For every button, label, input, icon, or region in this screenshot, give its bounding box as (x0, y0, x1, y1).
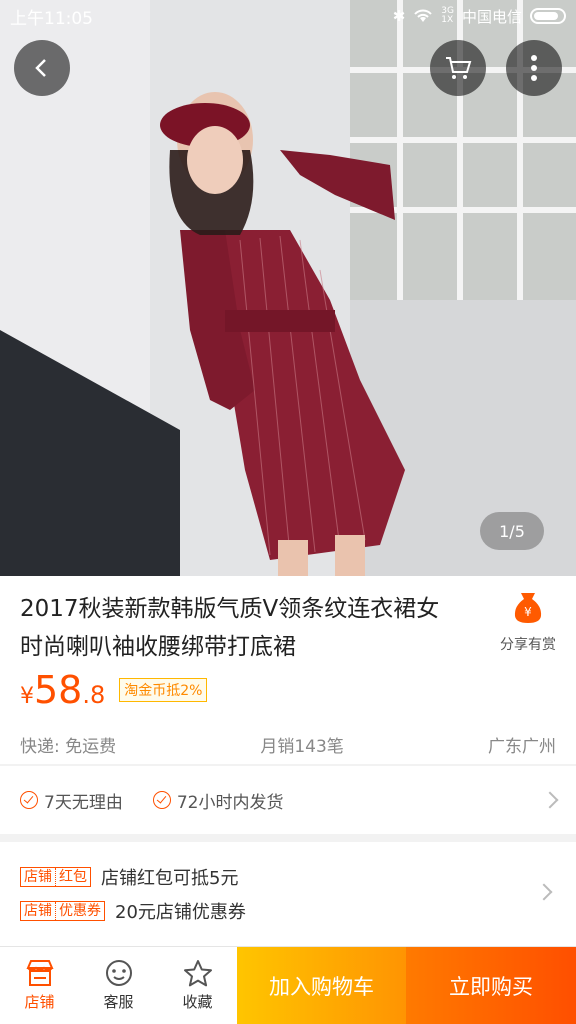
cart-icon (446, 57, 472, 79)
coupon-text: 20元店铺优惠券 (115, 902, 246, 923)
coupon-row: 店铺 红包 店铺红包可抵5元 (20, 860, 556, 894)
product-meta: 快递: 免运费 月销143笔 广东广州 (20, 732, 556, 757)
guarantee-item: 72小时内发货 (152, 788, 284, 813)
shipping-info: 快递: 免运费 (20, 737, 117, 757)
bluetooth-icon: ✱ (392, 7, 406, 25)
battery-icon (530, 8, 566, 24)
network-bottom: 1X (441, 15, 454, 25)
coupon-tag: 店铺 优惠券 (20, 901, 105, 921)
customer-service-button[interactable]: 客服 (79, 947, 158, 1024)
add-to-cart-button[interactable]: 加入购物车 (237, 947, 406, 1024)
product-image[interactable] (0, 0, 576, 576)
carrier-name: 中国电信 (461, 7, 522, 26)
shop-label: 店铺 (24, 993, 55, 1011)
svg-text:¥: ¥ (524, 605, 532, 619)
more-button[interactable] (506, 40, 562, 96)
coupon-tag: 店铺 红包 (20, 867, 91, 887)
coupon-text: 店铺红包可抵5元 (101, 868, 239, 889)
more-icon (531, 55, 537, 81)
wifi-icon (414, 9, 433, 22)
bottom-action-bar: 店铺 客服 收藏 加入购物车 立即购买 (0, 946, 576, 1024)
product-detail-page: 上午11:05 ✱ 3G 1X 中国电信 1/5 2017秋装新款韩版气质V领条… (0, 0, 576, 1024)
chevron-right-icon (541, 791, 559, 809)
check-icon (152, 791, 171, 809)
network-type: 3G 1X (441, 7, 454, 25)
share-label: 分享有赏 (500, 637, 556, 653)
price-currency: ¥ (20, 684, 34, 709)
product-info: 2017秋装新款韩版气质V领条纹连衣裙女时尚喇叭袖收腰绑带打底裙 ¥ 分享有赏 … (0, 576, 576, 764)
service-icon (105, 960, 132, 986)
product-title: 2017秋装新款韩版气质V领条纹连衣裙女时尚喇叭袖收腰绑带打底裙 (20, 596, 440, 660)
shop-coupons[interactable]: 店铺 红包 店铺红包可抵5元 店铺 优惠券 20元店铺优惠券 (0, 842, 576, 946)
coupon-tag-right: 红包 (55, 868, 90, 886)
ship-location: 广东广州 (488, 737, 556, 757)
price: ¥ 58 .8 淘金币抵2% (20, 668, 208, 712)
favorite-label: 收藏 (182, 993, 213, 1011)
price-integer: 58 (34, 668, 83, 712)
back-button[interactable] (14, 40, 70, 96)
guarantee-label: 7天无理由 (44, 792, 123, 813)
guarantee-item: 7天无理由 (20, 788, 123, 813)
shop-icon (25, 960, 54, 986)
coupon-tag-left: 店铺 (24, 869, 52, 885)
coupon-row: 店铺 优惠券 20元店铺优惠券 (20, 894, 556, 928)
star-icon (183, 960, 212, 987)
favorite-button[interactable]: 收藏 (158, 947, 237, 1024)
buy-now-button[interactable]: 立即购买 (406, 947, 576, 1024)
coupon-tag-right: 优惠券 (55, 902, 104, 920)
service-label: 客服 (103, 993, 134, 1011)
service-guarantee-row[interactable]: 7天无理由 72小时内发货 (0, 766, 576, 834)
share-bag-icon: ¥ (514, 593, 542, 623)
image-pager: 1/5 (480, 512, 544, 550)
monthly-sales: 月销143笔 (260, 737, 344, 757)
share-reward-button[interactable]: ¥ 分享有赏 (488, 590, 568, 654)
guarantee-label: 72小时内发货 (176, 792, 284, 813)
status-right: ✱ 3G 1X 中国电信 (393, 6, 566, 27)
shop-button[interactable]: 店铺 (0, 947, 79, 1024)
coupon-tag-left: 店铺 (24, 903, 52, 919)
coin-discount-badge: 淘金币抵2% (119, 678, 208, 702)
back-icon (35, 59, 46, 77)
cart-button[interactable] (430, 40, 486, 96)
status-bar: 上午11:05 ✱ 3G 1X 中国电信 (0, 0, 576, 32)
status-time: 上午11:05 (10, 8, 93, 29)
price-decimal: .8 (82, 681, 106, 709)
check-icon (20, 791, 38, 809)
product-photo (0, 0, 576, 576)
